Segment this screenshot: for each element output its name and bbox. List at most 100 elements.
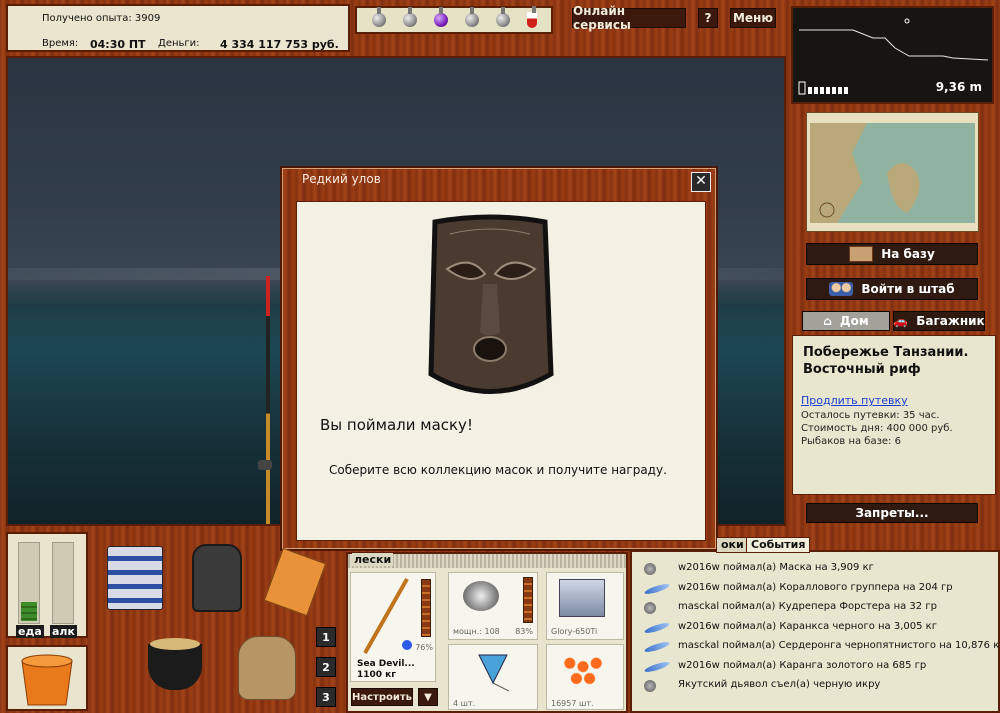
fish-icon bbox=[643, 620, 671, 635]
extend-license-link[interactable]: Продлить путевку bbox=[801, 394, 908, 407]
reel-percent: 83% bbox=[515, 627, 533, 636]
money-label: Деньги: bbox=[158, 38, 200, 49]
time-label: Время: bbox=[42, 38, 79, 49]
car-icon: 🚗 bbox=[893, 314, 909, 328]
potion-icon[interactable] bbox=[464, 7, 479, 27]
float-slot[interactable]: 4 шт. bbox=[448, 644, 538, 710]
event-item: masckal поймал(а) Сердеронга чернопятнис… bbox=[678, 640, 1000, 651]
tab-home[interactable]: ⌂ Дом bbox=[802, 311, 890, 331]
reel-icon bbox=[463, 581, 499, 611]
location-info-panel: Побережье Танзании. Восточный риф Продли… bbox=[792, 335, 996, 495]
food-label: еда bbox=[16, 625, 44, 638]
food-pot-icon[interactable] bbox=[144, 624, 208, 698]
slot-2-button[interactable]: 2 bbox=[316, 657, 336, 677]
line-slot[interactable]: Glory-650Ti bbox=[546, 572, 624, 640]
tab-home-label: Дом bbox=[839, 314, 869, 328]
tab-trunk[interactable]: 🚗 Багажник bbox=[893, 311, 985, 331]
slot-1-button[interactable]: 1 bbox=[316, 627, 336, 647]
food-fill bbox=[21, 602, 37, 621]
rod-weight: 1100 кг bbox=[357, 670, 396, 680]
fish-icon bbox=[643, 581, 671, 596]
event-item: masckal поймал(а) Кудрепера Форстера на … bbox=[678, 601, 937, 612]
float-count: 4 шт. bbox=[453, 699, 476, 708]
notebook-icon[interactable] bbox=[262, 547, 327, 617]
location-map[interactable] bbox=[806, 112, 979, 232]
depth-value: 9,36 m bbox=[935, 80, 982, 94]
purple-potion-icon[interactable] bbox=[433, 7, 448, 27]
potion-bar bbox=[355, 6, 553, 34]
event-item: w2016w поймал(а) Каранкса черного на 3,0… bbox=[678, 620, 937, 632]
tab-trunk-label: Багажник bbox=[916, 314, 985, 328]
tackle-panel: лески 76% Sea Devil... 1100 кг мощн.: 10… bbox=[346, 552, 628, 713]
tackle-header: лески bbox=[352, 553, 394, 566]
fish-icon bbox=[643, 659, 671, 674]
events-panel: оки События w2016w поймал(а) Маска на 3,… bbox=[630, 537, 1000, 713]
reel-slot[interactable]: мощн.: 108 83% bbox=[448, 572, 538, 640]
license-remaining: Осталось путевки: 35 час. bbox=[801, 410, 940, 421]
depth-sonar: 9,36 m bbox=[791, 6, 994, 104]
sack-icon[interactable] bbox=[232, 628, 300, 702]
fish-icon bbox=[643, 640, 671, 654]
enter-hq-label: Войти в штаб bbox=[861, 282, 955, 296]
rare-catch-dialog: Редкий улов ✕ Вы поймали маску! Соберите… bbox=[280, 166, 718, 551]
line-name: Glory-650Ti bbox=[551, 627, 598, 636]
potion-icon[interactable] bbox=[402, 7, 417, 27]
potion-icon[interactable] bbox=[495, 7, 510, 27]
caviar-bait-icon bbox=[561, 653, 605, 687]
close-button[interactable]: ✕ bbox=[691, 172, 711, 192]
map-icon bbox=[810, 123, 975, 223]
rod-slot[interactable]: 76% Sea Devil... 1100 кг bbox=[350, 572, 436, 682]
reel-wear-gauge bbox=[523, 577, 533, 623]
time-value: 04:30 ПТ bbox=[90, 38, 146, 51]
house-icon bbox=[849, 246, 874, 262]
food-bar bbox=[18, 542, 40, 624]
tab-previous[interactable]: оки bbox=[716, 537, 749, 553]
bucket-icon bbox=[21, 654, 73, 706]
to-base-label: На базу bbox=[881, 247, 935, 261]
player-info-panel: Получено опыта: 3909 Время: 04:30 ПТ Ден… bbox=[6, 4, 350, 52]
needs-panel: еда алк bbox=[6, 532, 88, 638]
bucket-panel[interactable] bbox=[6, 645, 88, 711]
event-item: Якутский дьявол съел(а) черную икру bbox=[678, 679, 881, 690]
tab-events[interactable]: События bbox=[746, 537, 811, 553]
slot-3-button[interactable]: 3 bbox=[316, 687, 336, 707]
catch-message: Вы поймали маску! bbox=[320, 416, 473, 434]
event-item: w2016w поймал(а) Кораллового группера на… bbox=[678, 581, 953, 593]
lure-icon bbox=[644, 602, 656, 614]
alcohol-label: алк bbox=[50, 625, 77, 638]
reel-icon bbox=[258, 460, 272, 470]
people-icon bbox=[829, 282, 854, 296]
line-strip: лески bbox=[348, 553, 626, 568]
home-icon: ⌂ bbox=[823, 314, 832, 328]
rod-wear-gauge bbox=[421, 579, 431, 637]
location-title: Побережье Танзании. Восточный риф bbox=[803, 345, 969, 377]
mask-icon bbox=[428, 214, 554, 394]
red-potion-icon[interactable] bbox=[526, 6, 537, 28]
bait-count: 16957 шт. bbox=[551, 699, 594, 708]
fishing-rod[interactable] bbox=[266, 276, 270, 524]
anglers-count: Рыбаков на базе: 6 bbox=[801, 436, 901, 447]
enter-hq-button[interactable]: Войти в штаб bbox=[806, 278, 978, 300]
float-icon bbox=[478, 654, 510, 692]
lure-icon bbox=[644, 563, 656, 575]
menu-button[interactable]: Меню bbox=[730, 8, 776, 28]
dialog-title: Редкий улов bbox=[302, 172, 381, 186]
bait-slot[interactable]: 16957 шт. bbox=[546, 644, 624, 710]
line-spool-icon bbox=[559, 579, 605, 617]
potion-icon[interactable] bbox=[371, 7, 386, 27]
dialog-body: Вы поймали маску! Соберите всю коллекцию… bbox=[296, 201, 706, 541]
configure-dropdown-button[interactable]: ▼ bbox=[418, 688, 438, 706]
rod-percent: 76% bbox=[415, 643, 433, 652]
bans-button[interactable]: Запреты... bbox=[806, 503, 978, 523]
configure-button[interactable]: Настроить bbox=[351, 688, 413, 706]
tackle-box-icon[interactable] bbox=[103, 538, 165, 610]
reel-power: мощн.: 108 bbox=[453, 627, 500, 636]
catch-description: Соберите всю коллекцию масок и получите … bbox=[329, 463, 667, 477]
experience-text: Получено опыта: 3909 bbox=[42, 13, 161, 24]
online-services-button[interactable]: Онлайн сервисы bbox=[572, 4, 686, 32]
event-item: w2016w поймал(а) Каранга золотого на 685… bbox=[678, 659, 927, 671]
money-value: 4 334 117 753 руб. bbox=[220, 38, 339, 51]
to-base-button[interactable]: На базу bbox=[806, 243, 978, 265]
help-button[interactable]: ? bbox=[698, 8, 718, 28]
backpack-icon[interactable] bbox=[188, 538, 244, 612]
